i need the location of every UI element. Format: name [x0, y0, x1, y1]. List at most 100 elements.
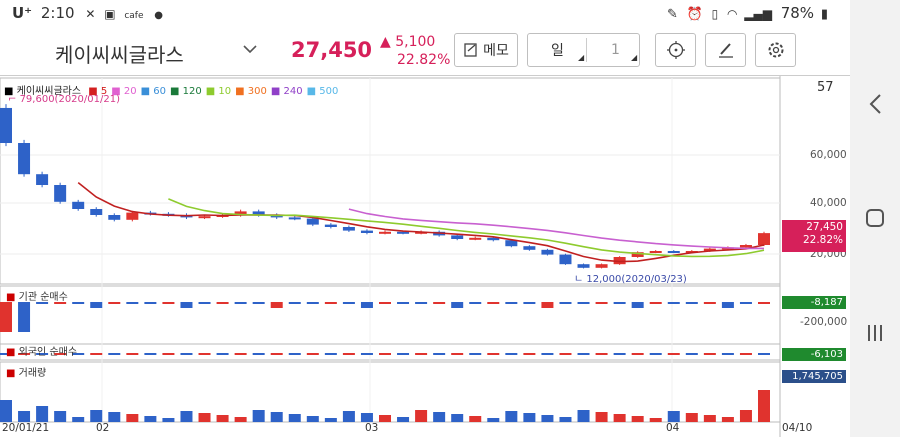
- panel-swatch: ■: [6, 368, 16, 379]
- gear-icon: [768, 42, 783, 58]
- ma-legend-item: ■ 300: [235, 86, 267, 97]
- institution-bar: [270, 302, 283, 308]
- back-icon[interactable]: [866, 92, 886, 116]
- y-tick-60000: 60,000: [810, 149, 847, 161]
- foreign-bar: [216, 353, 229, 355]
- chevron-down-icon[interactable]: [240, 38, 260, 58]
- volume-bar: [144, 416, 157, 422]
- institution-bar: [469, 302, 482, 304]
- recent-apps-icon[interactable]: [865, 322, 885, 344]
- x-tick-end: 04/10: [782, 422, 813, 434]
- candle-body: [324, 224, 337, 227]
- draw-button[interactable]: [705, 33, 746, 67]
- volume-bar: [126, 414, 139, 422]
- memo-button[interactable]: 메모: [454, 33, 518, 67]
- candle-body: [559, 254, 572, 265]
- institution-bar: [559, 302, 572, 304]
- foreign-bar: [162, 353, 175, 355]
- institution-bar: [144, 302, 157, 304]
- foreign-bar: [613, 353, 626, 355]
- foreign-bar: [144, 353, 157, 355]
- volume-bar: [559, 417, 572, 422]
- volume-bar: [758, 390, 770, 422]
- institution-bar: [703, 302, 716, 304]
- candle-body: [108, 215, 121, 220]
- volume-bar: [523, 413, 536, 422]
- institution-bar: [487, 302, 500, 304]
- institution-panel-title: ■ 기관 순매수: [6, 288, 68, 303]
- clock: 2:10: [40, 4, 75, 22]
- candle-body: [595, 264, 608, 268]
- foreign-bar: [631, 353, 644, 355]
- period-count-dropdown-icon: ◢: [631, 53, 638, 62]
- institution-bar: [721, 302, 734, 308]
- high-annotation: ⌐ 79,600(2020/01/21): [8, 94, 120, 105]
- institution-bar: [739, 302, 752, 304]
- chart-area[interactable]: ■ 케이씨씨글라스 ■ 5 ■ 20 ■ 60 ■ 120 ■ 10 ■ 300 ■ 240…: [0, 76, 850, 437]
- status-left: U⁺ 2:10 ✕ ▣ cafe ●: [12, 4, 163, 22]
- mute-icon: ✕: [85, 7, 96, 21]
- volume-bar: [54, 411, 67, 422]
- institution-bar: [72, 302, 85, 304]
- battery-text: 78%: [780, 4, 815, 22]
- institution-bar: [108, 302, 121, 304]
- pencil-icon: [718, 43, 733, 58]
- volume-bar: [415, 410, 428, 422]
- volume-bar: [90, 410, 103, 422]
- home-icon[interactable]: [864, 207, 886, 229]
- signal-icon: ▂▄▆: [744, 7, 772, 21]
- candle-body: [667, 251, 680, 253]
- candle-body: [306, 218, 319, 225]
- period-count: 1: [611, 42, 620, 58]
- institution-bar: [541, 302, 554, 308]
- institution-bar: [667, 302, 680, 304]
- volume-value-tag: 1,745,705: [782, 370, 846, 383]
- x-tick-feb: 02: [96, 422, 110, 434]
- foreign-bar: [559, 353, 572, 355]
- volume-bar: [162, 418, 175, 422]
- period-selector[interactable]: 일 ◢ 1 ◢: [527, 33, 640, 67]
- high-arrow-icon: ⌐: [8, 94, 20, 105]
- candle-body: [54, 185, 67, 202]
- top-right-value: 57: [817, 80, 834, 95]
- price-change-pct: 22.82%: [397, 52, 451, 68]
- volume-bar: [613, 414, 626, 422]
- candle-body: [541, 249, 554, 255]
- institution-bar: [126, 302, 139, 304]
- crosshair-button[interactable]: [655, 33, 696, 67]
- foreign-bar: [180, 353, 193, 355]
- foreign-bar: [739, 353, 752, 355]
- candle-body: [577, 264, 590, 268]
- ma-legend-item: ■ 500: [306, 86, 339, 97]
- volume-bar: [685, 413, 698, 422]
- institution-bar: [595, 302, 608, 304]
- candle-body: [90, 209, 103, 215]
- institution-bar: [0, 302, 12, 332]
- foreign-bar: [270, 353, 283, 355]
- volume-bar: [252, 410, 265, 422]
- volume-bar: [577, 410, 590, 422]
- institution-bar: [758, 302, 770, 304]
- foreign-bar: [469, 353, 482, 355]
- stock-name[interactable]: 케이씨씨글라스: [55, 39, 184, 68]
- price-tag-value: 27,450: [806, 221, 843, 233]
- foreign-bar: [108, 353, 121, 355]
- price-tag-pct: 22.82%: [802, 234, 843, 246]
- institution-bar: [90, 302, 103, 308]
- volume-bar: [739, 410, 752, 422]
- institution-bar: [18, 302, 31, 332]
- foreign-bar: [234, 353, 247, 355]
- candle-body: [379, 231, 391, 234]
- institution-value-tag: -8,187: [782, 296, 846, 309]
- foreign-bar: [360, 353, 373, 355]
- institution-bar: [397, 302, 410, 304]
- foreign-bar: [667, 353, 680, 355]
- volume-bar: [36, 406, 49, 422]
- period-dropdown-icon: ◢: [578, 53, 585, 62]
- low-arrow-icon: ㄴ: [574, 274, 587, 285]
- status-bar: U⁺ 2:10 ✕ ▣ cafe ● ✎ ⏰ ▯ ◠ ▂▄▆ 78% ▮: [0, 0, 850, 28]
- foreign-bar: [523, 353, 536, 355]
- settings-button[interactable]: [755, 33, 796, 67]
- volume-bar: [721, 417, 734, 422]
- current-price: 27,450: [291, 38, 373, 62]
